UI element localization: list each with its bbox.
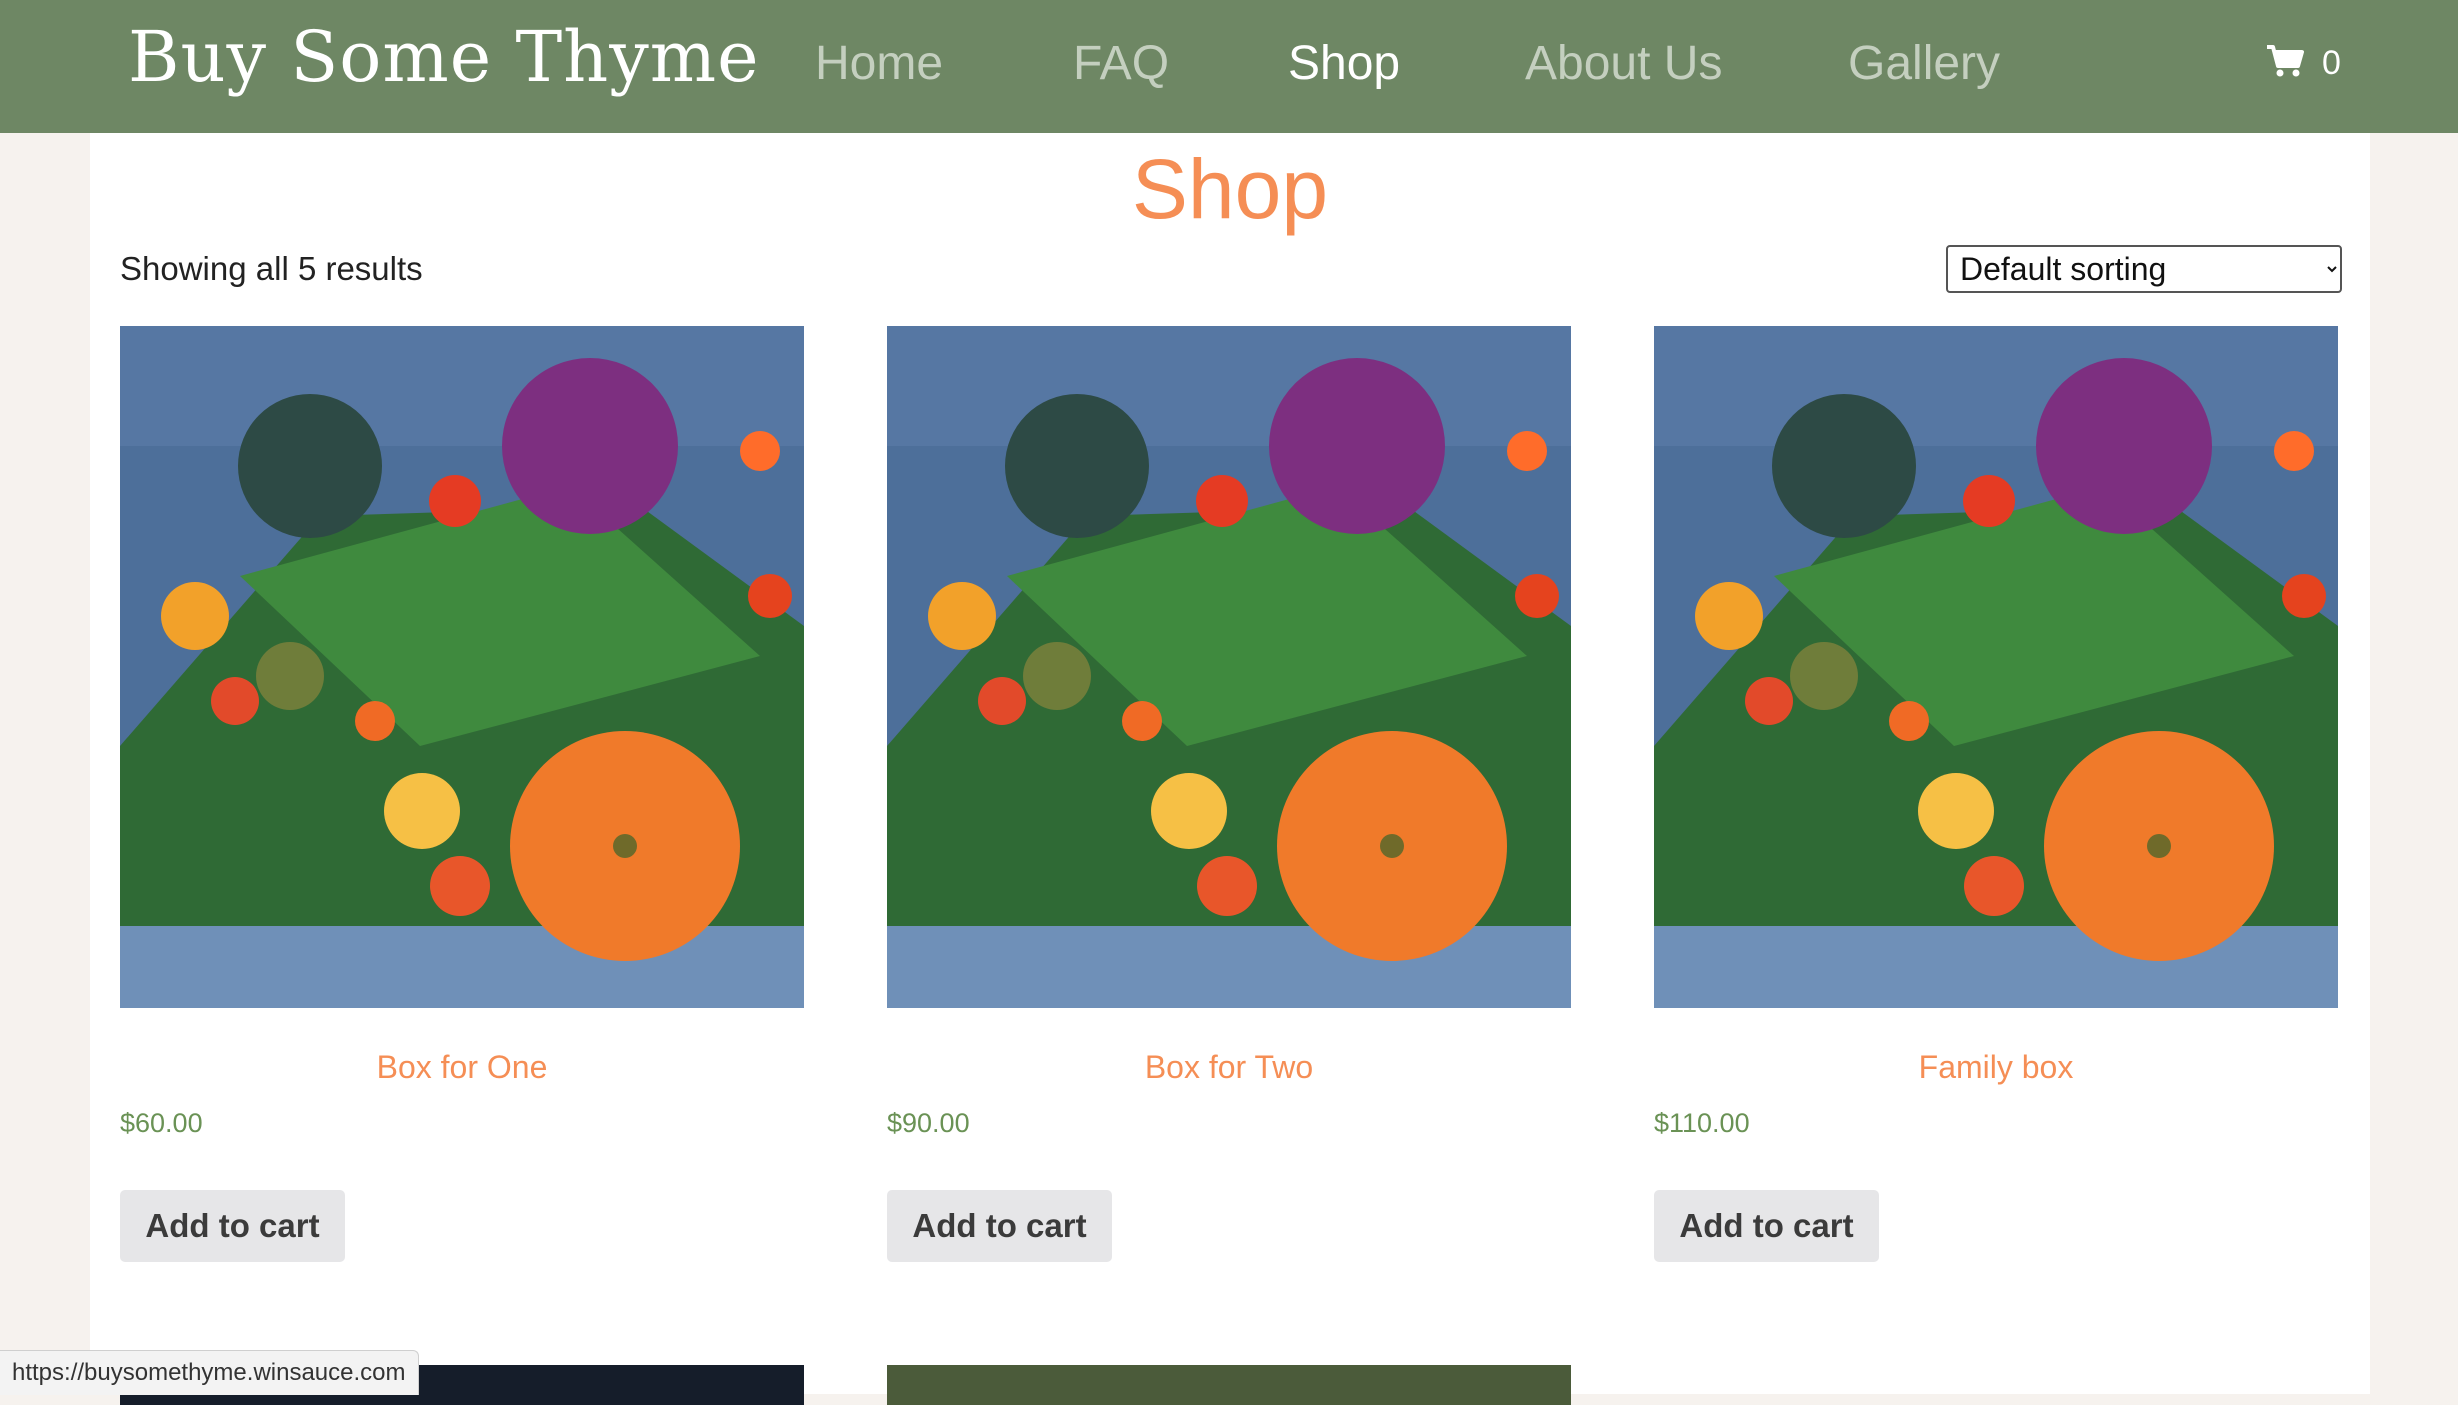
add-to-cart-button[interactable]: Add to cart (887, 1190, 1112, 1262)
shopping-cart-icon (2266, 44, 2304, 83)
product-price: $90.00 (887, 1108, 970, 1138)
nav-faq[interactable]: FAQ (1073, 36, 1169, 91)
nav-about-us[interactable]: About Us (1525, 36, 1722, 91)
shop-content: Shop Showing all 5 results Default sorti… (90, 133, 2370, 1405)
product-price: $60.00 (120, 1108, 203, 1138)
nav-home[interactable]: Home (815, 36, 943, 91)
add-to-cart-button[interactable]: Add to cart (1654, 1190, 1879, 1262)
add-to-cart-button[interactable]: Add to cart (120, 1190, 345, 1262)
product-price: $110.00 (1654, 1108, 1750, 1138)
product-image[interactable] (887, 326, 1571, 1008)
page-title: Shop (1131, 142, 1329, 236)
product-image[interactable] (1654, 326, 2338, 1008)
product-card: Box for Two $90.00 Add to cart (887, 326, 1571, 1262)
product-title[interactable]: Family box (1654, 1049, 2338, 1086)
cart-link[interactable]: 0 (2266, 44, 2341, 83)
site-header: Buy Some Thyme Home FAQ Shop About Us Ga… (0, 0, 2458, 133)
browser-status-url: https://buysomethyme.winsauce.com (0, 1350, 419, 1395)
product-card: Box for One $60.00 Add to cart (120, 326, 804, 1262)
cart-count: 0 (2322, 44, 2341, 82)
sort-select[interactable]: Default sorting (1946, 245, 2342, 293)
product-card: Family box $110.00 Add to cart (1654, 326, 2338, 1262)
product-title[interactable]: Box for Two (887, 1049, 1571, 1086)
nav-gallery[interactable]: Gallery (1848, 36, 2000, 91)
product-image-partial[interactable] (887, 1365, 1571, 1405)
result-count: Showing all 5 results (120, 250, 423, 287)
product-title[interactable]: Box for One (120, 1049, 804, 1086)
product-image[interactable] (120, 326, 804, 1008)
site-logo-text[interactable]: Buy Some Thyme (128, 16, 760, 98)
nav-shop[interactable]: Shop (1288, 36, 1400, 91)
